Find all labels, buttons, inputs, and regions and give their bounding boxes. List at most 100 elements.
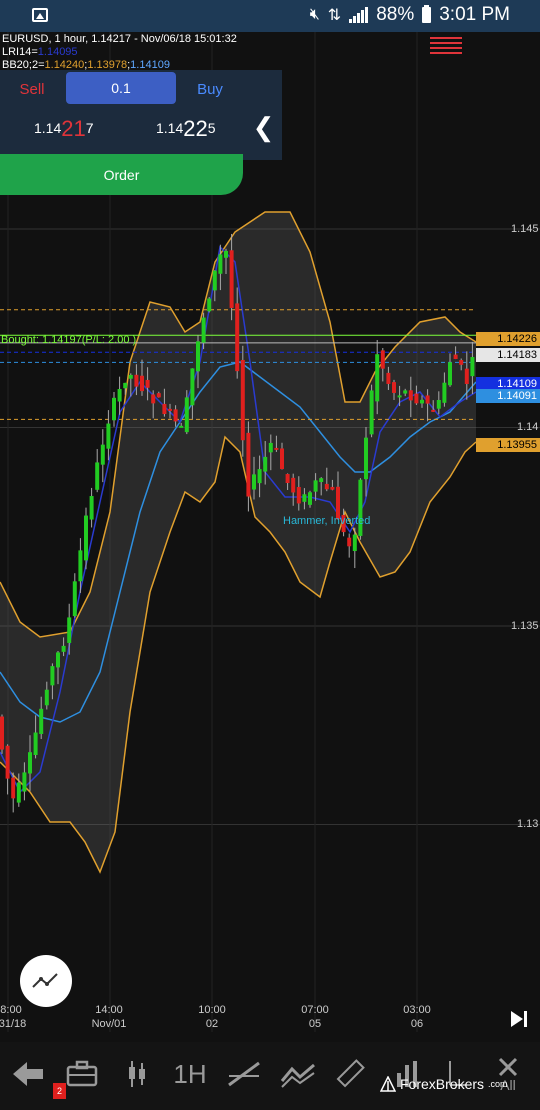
candle-body (61, 645, 66, 652)
candle-body (246, 432, 251, 497)
candle-body (123, 382, 128, 389)
status-bar: 🔇︎ ⇅ 88% 3:01 PM (0, 0, 540, 32)
portfolio-button[interactable] (62, 1054, 102, 1094)
time-axis-date: Nov/01 (91, 1018, 127, 1030)
candle-body (207, 298, 212, 312)
lot-size-input[interactable]: 0.1 (66, 72, 176, 104)
candle-body (369, 390, 374, 435)
chart-type-button[interactable] (120, 1054, 154, 1094)
candle-body (285, 474, 290, 484)
candle-body (100, 444, 105, 465)
candle-body (112, 397, 116, 421)
candle-body (380, 350, 385, 369)
candle-body (375, 354, 380, 402)
indicator-icon (280, 1063, 315, 1088)
time-axis-date: 05 (308, 1018, 322, 1030)
data-icon: ⇅ (327, 7, 342, 24)
bought-position-label[interactable]: Bought: 1.14197(P/L: 2.00 ) (1, 334, 136, 346)
candle-body (414, 393, 419, 404)
candle-body (84, 515, 88, 561)
scroll-to-end-icon[interactable] (508, 1008, 530, 1030)
candle-body (50, 666, 55, 686)
drawing-tools-button[interactable] (20, 955, 72, 1007)
line-tool-icon (228, 1061, 260, 1087)
candle-body (358, 479, 363, 536)
candle-body (302, 494, 307, 502)
briefcase-icon (66, 1060, 98, 1087)
candle-body (224, 250, 228, 258)
candle-body (464, 368, 469, 384)
price-axis-label: 1.145 (511, 223, 539, 235)
time-axis-date: /31/18 (0, 1018, 27, 1030)
chevron-left-icon: ❮ (252, 112, 275, 142)
indicators-button[interactable] (278, 1054, 318, 1094)
ruler-icon (336, 1059, 365, 1088)
candle-body (319, 478, 324, 483)
candle-body (296, 487, 301, 504)
buy-button[interactable]: Buy (178, 72, 242, 106)
time-axis-label: 03:00 06 (387, 1003, 447, 1031)
timeframe-button[interactable]: 1H (168, 1054, 212, 1094)
candle-body (106, 423, 111, 449)
candle-body (229, 250, 234, 308)
candle-body (95, 462, 100, 490)
time-axis-label: 8:00/31/18 (0, 1003, 41, 1031)
candle-body (425, 395, 430, 404)
candle-body (11, 777, 16, 799)
time-axis-label: 10:00 02 (182, 1003, 242, 1031)
candle-body (5, 745, 10, 779)
buy-price[interactable]: 1.14225 (156, 116, 216, 142)
back-arrow-icon (13, 1062, 43, 1086)
candle-body (168, 408, 172, 411)
candle-body (308, 492, 312, 505)
candle-body (347, 537, 352, 547)
close-icon (498, 1057, 518, 1077)
sell-button[interactable]: Sell (0, 72, 64, 106)
candle-body (459, 360, 464, 365)
forexbrokers-logo-icon (380, 1076, 396, 1092)
price-axis-label: 1.135 (511, 620, 539, 632)
candle-body (212, 270, 217, 291)
candle-body (364, 437, 368, 480)
battery-level: 88% (376, 4, 415, 25)
trendline-tool-button[interactable] (224, 1054, 264, 1094)
sell-price[interactable]: 1.14217 (34, 116, 94, 142)
candle-body (173, 409, 178, 422)
candle-body (179, 425, 184, 428)
time-axis-time: 14:00 (95, 1004, 123, 1016)
order-button[interactable]: Order (0, 154, 243, 195)
candle-body (151, 394, 156, 404)
candle-body (218, 254, 223, 274)
candle-body (420, 399, 424, 404)
candle-body (408, 390, 413, 401)
candle-body (324, 483, 329, 490)
sell-price-prefix: 1.14 (34, 120, 62, 136)
back-button[interactable] (8, 1054, 48, 1094)
time-axis-label: 14:00 Nov/01 (79, 1003, 139, 1031)
image-icon (32, 8, 48, 22)
battery-icon (422, 5, 432, 23)
candle-body (72, 581, 77, 617)
hamburger-menu-icon[interactable] (430, 37, 462, 54)
candle-body (431, 409, 436, 412)
signal-icon (349, 7, 369, 23)
candle-body (274, 447, 279, 450)
candle-body (392, 382, 396, 393)
candle-body (386, 372, 391, 384)
sell-price-suffix: 7 (85, 120, 94, 136)
chart-info: EURUSD, 1 hour, 1.14217 - Nov/06/18 15:0… (2, 33, 237, 71)
candle-body (156, 393, 161, 398)
candle-body (442, 382, 447, 403)
candle-body (470, 357, 475, 377)
watermark: ForexBrokers .com (380, 1076, 508, 1092)
candle-body (134, 374, 139, 387)
buy-price-pips: 22 (183, 116, 208, 141)
candle-body (89, 496, 94, 520)
ruler-button[interactable] (332, 1054, 368, 1094)
candle-body (33, 732, 38, 755)
price-tag-lri: 1.14091 (476, 389, 540, 403)
candle-body (162, 403, 167, 415)
watermark-suffix: .com (488, 1079, 508, 1089)
clock: 3:01 PM (439, 4, 510, 25)
collapse-panel-button[interactable]: ❮ (245, 95, 282, 160)
